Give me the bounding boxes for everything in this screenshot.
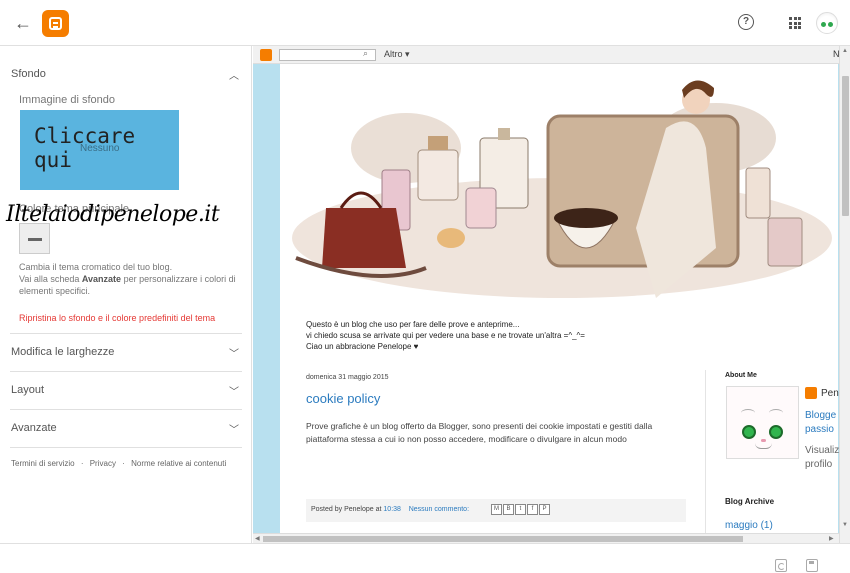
blog-header-image — [286, 68, 838, 312]
intro-line: Questo è un blog che uso per fare delle … — [306, 320, 520, 329]
column-divider — [705, 370, 706, 534]
blogger-logo-icon[interactable] — [260, 49, 272, 61]
background-image-cta: Cliccare qui — [34, 124, 136, 172]
intro-line: Ciao un abbracione Penelope ♥ — [306, 342, 419, 351]
post-author: Penelope — [344, 506, 374, 513]
user-avatar-icon[interactable] — [816, 12, 838, 34]
blog-intro: Questo è un blog che uso per fare delle … — [306, 319, 585, 352]
archive-month-link[interactable]: maggio (1) — [725, 520, 773, 531]
post-comments-link[interactable]: Nessun commento: — [409, 506, 469, 513]
blog-archive-title: Blog Archive — [725, 497, 775, 506]
profile-link-line[interactable]: Blogge — [805, 409, 836, 423]
share-buttons: M B t f P — [491, 504, 550, 515]
scroll-left-icon[interactable]: ◀ — [255, 535, 260, 542]
arrow-left-icon[interactable]: ← — [14, 12, 34, 34]
post-meta: Posted by Penelope at 10:38 Nessun comme… — [311, 506, 469, 513]
post-time-link[interactable]: 10:38 — [383, 506, 401, 513]
view-profile[interactable]: Visualiz profilo — [805, 444, 839, 472]
blogger-navbar: ⌕ Altro ▾ N — [253, 46, 850, 64]
scroll-right-icon[interactable]: ▶ — [829, 535, 834, 542]
divider — [10, 409, 242, 410]
post-footer: Posted by Penelope at 10:38 Nessun comme… — [306, 499, 686, 522]
chevron-down-icon[interactable]: ﹀ — [229, 345, 239, 360]
terms-link[interactable]: Termini di servizio — [11, 459, 75, 468]
section-title-advanced[interactable]: Avanzate — [11, 422, 57, 434]
revert-icon[interactable] — [775, 559, 787, 572]
post-date: domenica 31 maggio 2015 — [306, 374, 389, 381]
footer-separator: · — [80, 459, 84, 468]
blogger-logo-icon[interactable] — [42, 10, 69, 37]
help-circle-icon[interactable]: ? — [738, 14, 754, 30]
save-icon[interactable] — [806, 559, 818, 572]
scrollbar-thumb[interactable] — [842, 76, 849, 216]
view-profile-line[interactable]: Visualiz — [805, 444, 839, 458]
divider — [10, 333, 242, 334]
footer-links: Termini di servizio · Privacy · Norme re… — [11, 459, 230, 468]
chevron-up-icon[interactable]: ︿ — [229, 67, 239, 82]
twitter-share-icon[interactable]: t — [515, 504, 526, 515]
section-title-sfondo[interactable]: Sfondo — [11, 68, 46, 80]
description-bold: Avanzate — [81, 274, 122, 284]
top-app-bar: ← ? — [0, 0, 850, 46]
background-image-label: Immagine di sfondo — [19, 94, 115, 106]
view-profile-line[interactable]: profilo — [805, 458, 839, 472]
chevron-down-icon[interactable]: ﹀ — [229, 421, 239, 436]
scroll-up-icon[interactable]: ▲ — [842, 48, 848, 54]
bottom-action-bar — [0, 543, 850, 573]
search-icon[interactable]: ⌕ — [363, 48, 368, 59]
theme-description: Cambia il tema cromatico del tuo blog. V… — [19, 261, 239, 297]
profile-link[interactable]: Blogge passio — [805, 409, 836, 437]
description-line-2a: Vai alla scheda — [19, 274, 82, 284]
vertical-scrollbar[interactable]: ▲ ▼ — [839, 46, 850, 543]
main-color-picker[interactable] — [19, 223, 50, 254]
profile-link-line[interactable]: passio — [805, 423, 836, 437]
horizontal-scrollbar[interactable]: ◀ ▶ — [253, 533, 839, 543]
apps-grid-icon[interactable] — [789, 17, 801, 29]
chevron-down-icon[interactable]: ﹀ — [229, 383, 239, 398]
about-me-title: About Me — [725, 372, 757, 379]
reset-theme-link[interactable]: Ripristina lo sfondo e il colore predefi… — [19, 313, 215, 323]
navbar-more-menu[interactable]: Altro ▾ — [384, 49, 410, 60]
blog-preview-frame: ⌕ Altro ▾ N Questo è un blog che uso per… — [253, 46, 850, 543]
posted-by-label: Posted by — [311, 506, 345, 513]
navbar-search-input[interactable] — [279, 49, 376, 61]
post-body: Prove grafiche è un blog offerto da Blog… — [306, 421, 653, 444]
section-title-layout[interactable]: Layout — [11, 384, 44, 396]
intro-line: vi chiedo scusa se arrivate qui per vede… — [306, 331, 585, 340]
profile-avatar[interactable] — [726, 386, 799, 459]
post-at-label: at — [373, 506, 384, 513]
scroll-down-icon[interactable]: ▼ — [842, 522, 848, 528]
scrollbar-thumb[interactable] — [263, 536, 743, 542]
footer-separator: · — [122, 459, 125, 468]
blogthis-share-icon[interactable]: B — [503, 504, 514, 515]
background-image-picker[interactable]: Nessuno Cliccare qui — [20, 110, 179, 190]
watermark-text: Iltelaiodipenelope.it — [6, 202, 220, 227]
post-title[interactable]: cookie policy — [306, 391, 380, 406]
theme-customizer-sidebar: Sfondo ︿ Immagine di sfondo Nessuno Clic… — [0, 46, 252, 543]
blogger-profile-icon — [805, 387, 817, 399]
content-policy-link[interactable]: Norme relative ai contenuti — [131, 459, 226, 468]
email-share-icon[interactable]: M — [491, 504, 502, 515]
facebook-share-icon[interactable]: f — [527, 504, 538, 515]
section-title-widths[interactable]: Modifica le larghezze — [11, 346, 114, 358]
pinterest-share-icon[interactable]: P — [539, 504, 550, 515]
privacy-link[interactable]: Privacy — [90, 459, 116, 468]
description-line-1: Cambia il tema cromatico del tuo blog. — [19, 262, 173, 272]
blog-page: Questo è un blog che uso per fare delle … — [280, 64, 844, 534]
divider — [10, 371, 242, 372]
divider — [10, 447, 242, 448]
